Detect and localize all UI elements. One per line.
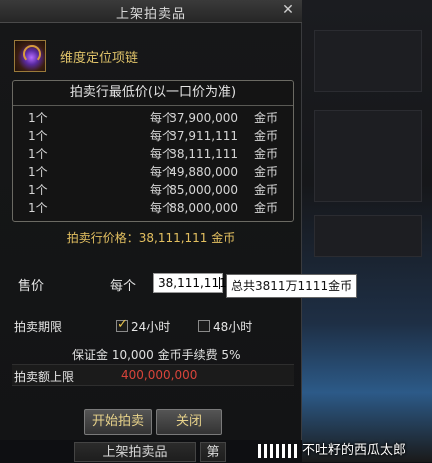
price-amount: 85,000,000	[169, 183, 238, 197]
limit-label: 拍卖额上限	[14, 370, 75, 384]
duration-48h-checkbox[interactable]	[198, 320, 210, 332]
limit-value: 400,000,000	[121, 368, 198, 382]
price-unit: 金币	[253, 129, 278, 143]
watermark: 不吐籽的西瓜太郎	[258, 440, 432, 462]
auction-house-price: 拍卖行价格：38,111,111 金币	[66, 231, 236, 245]
tab-list-auction-item[interactable]: 上架拍卖品	[74, 442, 196, 462]
price-qty: 1个	[28, 183, 48, 197]
start-auction-button[interactable]: 开始拍卖	[84, 409, 152, 435]
list-auction-item-dialog: 上架拍卖品 ✕ 首饰 其他 维度定位项链 拍卖行最低价(以一口价为准) 1个 每…	[0, 0, 302, 440]
duration-24h-label[interactable]: 24小时	[131, 318, 170, 335]
lowest-price-header: 拍卖行最低价(以一口价为准)	[13, 81, 293, 106]
sell-price-label: 售价	[18, 279, 45, 294]
sell-each-label: 每个	[110, 279, 137, 294]
price-amount: 37,911,111	[169, 129, 238, 143]
close-icon[interactable]: ✕	[280, 2, 296, 18]
price-amount: 38,111,111	[169, 147, 238, 161]
total-price-tooltip: 总共3811万1111金币	[226, 274, 357, 298]
background-game-scene	[302, 0, 432, 462]
price-unit: 金币	[253, 147, 278, 161]
price-amount: 88,000,000	[169, 201, 238, 215]
price-row[interactable]: 1个 每个 88,000,000 金币	[20, 200, 286, 217]
deposit-and-fee: 保证金 10,000 金币手续费 5%	[72, 348, 241, 362]
watermark-logo-icon	[258, 443, 298, 458]
price-row[interactable]: 1个 每个 37,911,111 金币	[20, 128, 286, 145]
sell-price-input[interactable]: 38,111,111	[153, 273, 227, 293]
price-row[interactable]: 1个 每个 49,880,000 金币	[20, 164, 286, 181]
item-name: 维度定位项链	[60, 51, 139, 66]
background-panel	[314, 110, 422, 202]
duration-label: 拍卖期限	[14, 320, 63, 334]
price-qty: 1个	[28, 111, 48, 125]
tab-page[interactable]: 第	[200, 442, 226, 462]
price-row[interactable]: 1个 每个 38,111,111 金币	[20, 146, 286, 163]
duration-24h-checkbox[interactable]	[116, 317, 128, 332]
price-qty: 1个	[28, 129, 48, 143]
necklace-icon[interactable]	[14, 40, 46, 72]
dialog-titlebar[interactable]: 上架拍卖品 ✕	[0, 0, 302, 23]
background-panel	[314, 30, 422, 92]
price-qty: 1个	[28, 165, 48, 179]
price-row[interactable]: 1个 每个 37,900,000 金币	[20, 110, 286, 127]
watermark-text: 不吐籽的西瓜太郎	[302, 443, 407, 458]
price-unit: 金币	[253, 165, 278, 179]
price-unit: 金币	[253, 201, 278, 215]
dialog-title: 上架拍卖品	[115, 7, 186, 22]
close-button[interactable]: 关闭	[156, 409, 222, 435]
price-row[interactable]: 1个 每个 85,000,000 金币	[20, 182, 286, 199]
duration-48h-label[interactable]: 48小时	[213, 318, 252, 335]
price-amount: 37,900,000	[169, 111, 238, 125]
background-panel	[314, 215, 422, 257]
price-qty: 1个	[28, 201, 48, 215]
price-qty: 1个	[28, 147, 48, 161]
price-amount: 49,880,000	[169, 165, 238, 179]
price-unit: 金币	[253, 183, 278, 197]
price-unit: 金币	[253, 111, 278, 125]
